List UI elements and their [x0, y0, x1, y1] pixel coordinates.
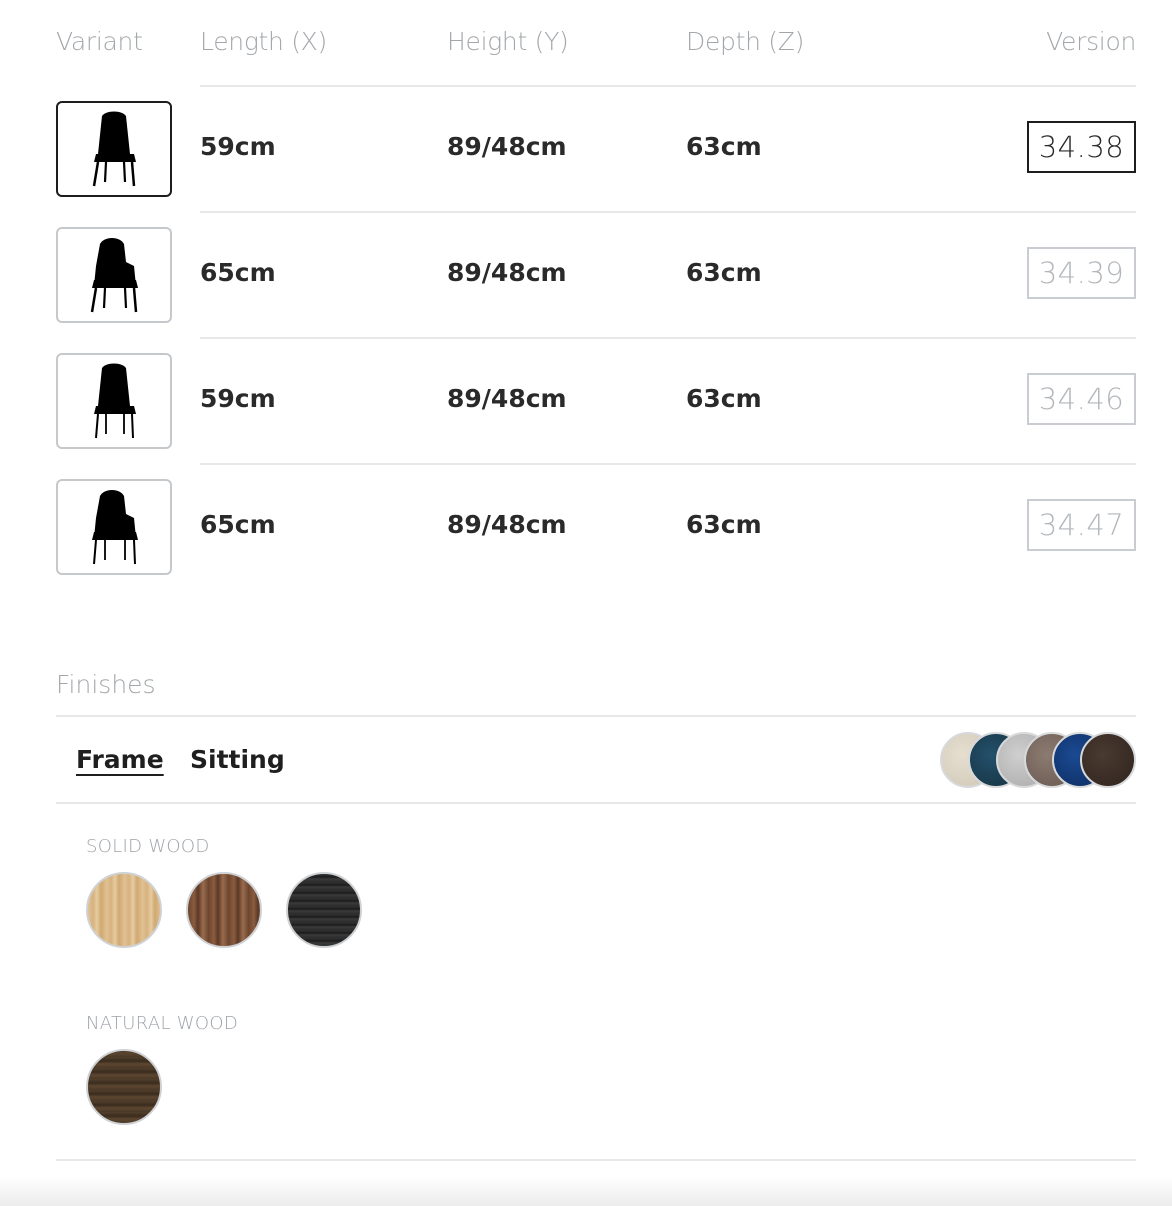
height-value: 89/48cm	[447, 510, 567, 539]
header-version: Version	[1046, 27, 1136, 56]
variants-table-header: Variant Length (X) Height (Y) Depth (Z) …	[0, 0, 1172, 87]
sitting-color-preview[interactable]	[940, 732, 1136, 788]
length-value: 65cm	[200, 258, 276, 287]
height-value: 89/48cm	[447, 258, 567, 287]
header-length: Length (X)	[200, 27, 327, 56]
chair-icon	[92, 111, 136, 187]
variant-thumbnail[interactable]	[56, 479, 172, 575]
tabs-divider	[56, 802, 1136, 804]
depth-value: 63cm	[686, 258, 762, 287]
height-value: 89/48cm	[447, 384, 567, 413]
variant-thumbnail[interactable]	[56, 101, 172, 197]
dark-oak-swatch[interactable]	[86, 1049, 162, 1125]
finishes-divider	[56, 715, 1136, 717]
length-value: 65cm	[200, 510, 276, 539]
black-wood-swatch[interactable]	[286, 872, 362, 948]
finishes-title: Finishes	[56, 670, 156, 699]
variant-thumbnail[interactable]	[56, 227, 172, 323]
page-bottom-fade	[0, 1176, 1172, 1206]
header-height: Height (Y)	[447, 27, 569, 56]
version-button[interactable]: 34.39	[1027, 247, 1136, 299]
tab-frame[interactable]: Frame	[76, 745, 164, 774]
header-variant: Variant	[56, 27, 143, 56]
armchair-icon	[90, 238, 138, 313]
header-depth: Depth (Z)	[686, 27, 805, 56]
version-button[interactable]: 34.47	[1027, 499, 1136, 551]
length-value: 59cm	[200, 384, 276, 413]
table-row[interactable]: 59cm 89/48cm 63cm 34.38	[0, 86, 1172, 213]
variant-thumbnail[interactable]	[56, 353, 172, 449]
group-label-natural-wood: NATURAL WOOD	[86, 1013, 238, 1034]
depth-value: 63cm	[686, 384, 762, 413]
tab-sitting[interactable]: Sitting	[190, 745, 285, 774]
table-row[interactable]: 59cm 89/48cm 63cm 34.46	[0, 338, 1172, 465]
table-row[interactable]: 65cm 89/48cm 63cm 34.47	[0, 464, 1172, 590]
table-row[interactable]: 65cm 89/48cm 63cm 34.39	[0, 212, 1172, 339]
armchair-icon	[92, 490, 138, 565]
finishes-bottom-divider	[56, 1159, 1136, 1161]
height-value: 89/48cm	[447, 132, 567, 161]
depth-value: 63cm	[686, 132, 762, 161]
light-oak-swatch[interactable]	[86, 872, 162, 948]
version-button[interactable]: 34.38	[1027, 121, 1136, 173]
chair-icon	[94, 363, 136, 439]
length-value: 59cm	[200, 132, 276, 161]
group-label-solid-wood: SOLID WOOD	[86, 836, 210, 857]
walnut-swatch[interactable]	[186, 872, 262, 948]
version-button[interactable]: 34.46	[1027, 373, 1136, 425]
depth-value: 63cm	[686, 510, 762, 539]
brown-fabric-swatch[interactable]	[1080, 732, 1136, 788]
